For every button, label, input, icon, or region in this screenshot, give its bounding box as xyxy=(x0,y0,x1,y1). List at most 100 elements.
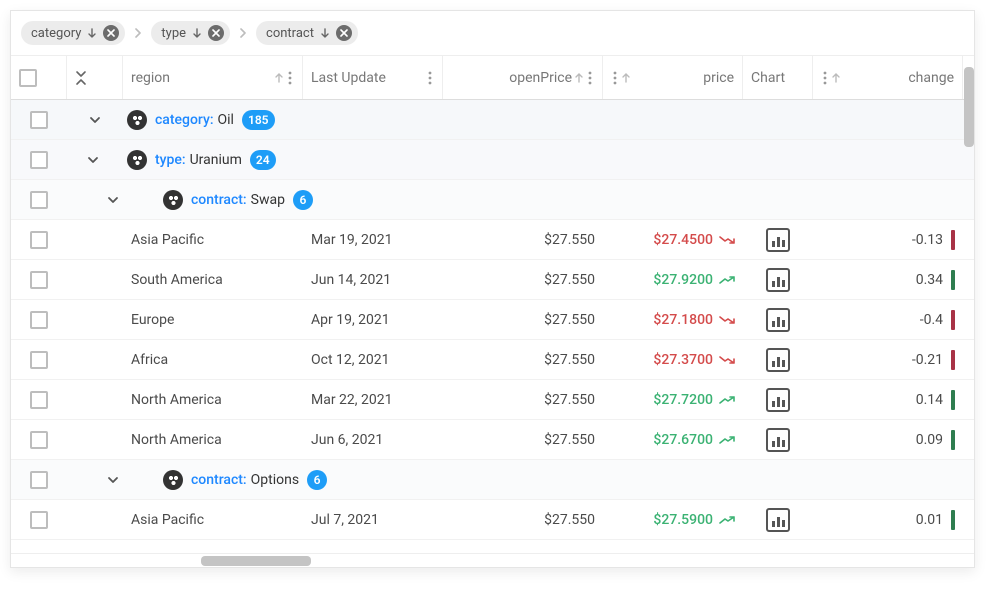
header-label: Last Update xyxy=(311,70,426,86)
checkbox[interactable] xyxy=(30,271,48,289)
change-value: 0.14 xyxy=(916,392,943,408)
collapse-all-icon[interactable] xyxy=(75,70,87,86)
expand-toggle[interactable] xyxy=(67,113,123,127)
column-menu-icon[interactable] xyxy=(286,71,294,85)
group-value: Uranium xyxy=(190,152,242,168)
group-value: Swap xyxy=(251,192,285,208)
cell-change: 0.01 xyxy=(813,500,963,539)
column-menu-icon[interactable] xyxy=(586,71,594,85)
checkbox[interactable] xyxy=(30,471,48,489)
table-row[interactable]: North AmericaMar 22, 2021$27.550$27.7200… xyxy=(11,380,974,420)
chart-button[interactable] xyxy=(766,308,790,332)
checkbox[interactable] xyxy=(30,111,48,129)
checkbox[interactable] xyxy=(30,151,48,169)
change-bar xyxy=(951,230,955,250)
table-row[interactable]: Asia PacificJul 7, 2021$27.550$27.59000.… xyxy=(11,500,974,540)
checkbox[interactable] xyxy=(30,431,48,449)
checkbox[interactable] xyxy=(30,351,48,369)
checkbox[interactable] xyxy=(30,311,48,329)
change-bar xyxy=(951,310,955,330)
checkbox[interactable] xyxy=(30,231,48,249)
column-header-row: region Last Update openPrice price Chart… xyxy=(11,56,974,100)
chart-button[interactable] xyxy=(766,268,790,292)
last-update-value: Mar 22, 2021 xyxy=(311,392,393,408)
change-value: -0.13 xyxy=(912,232,943,248)
cell-last-update: Jul 7, 2021 xyxy=(303,500,443,539)
header-change[interactable]: change xyxy=(813,56,963,99)
group-row-type[interactable]: type: Uranium 24 xyxy=(11,140,974,180)
remove-chip-icon[interactable] xyxy=(208,25,224,41)
cell-change: -0.13 xyxy=(813,220,963,259)
remove-chip-icon[interactable] xyxy=(103,25,119,41)
group-icon xyxy=(163,470,183,490)
group-icon xyxy=(127,110,147,130)
table-row[interactable]: North AmericaJun 6, 2021$27.550$27.67000… xyxy=(11,420,974,460)
header-price[interactable]: price xyxy=(603,56,743,99)
column-menu-icon[interactable] xyxy=(611,71,619,85)
price-value: $27.9200 xyxy=(653,272,713,288)
header-collapse-all[interactable] xyxy=(67,56,123,99)
table-row[interactable]: AfricaOct 12, 2021$27.550$27.3700-0.21 xyxy=(11,340,974,380)
remove-chip-icon[interactable] xyxy=(336,25,352,41)
vertical-scrollbar-thumb[interactable] xyxy=(964,67,974,147)
expand-toggle[interactable] xyxy=(83,153,103,167)
last-update-value: Mar 19, 2021 xyxy=(311,232,393,248)
chevron-right-icon xyxy=(133,28,143,38)
cell-change: 0.34 xyxy=(813,260,963,299)
cell-region: Asia Pacific xyxy=(123,500,303,539)
cell-region: Africa xyxy=(123,340,303,379)
table-row[interactable]: Asia PacificMar 19, 2021$27.550$27.4500-… xyxy=(11,220,974,260)
cell-chart xyxy=(743,220,813,259)
expand-toggle[interactable] xyxy=(103,193,123,207)
table-row[interactable]: South AmericaJun 14, 2021$27.550$27.9200… xyxy=(11,260,974,300)
group-row-contract[interactable]: contract: Swap 6 xyxy=(11,180,974,220)
groupby-chip-category[interactable]: category xyxy=(21,21,125,45)
cell-last-update: Mar 22, 2021 xyxy=(303,380,443,419)
region-value: Asia Pacific xyxy=(131,512,204,528)
cell-open-price: $27.550 xyxy=(443,300,603,339)
table-row[interactable]: EuropeApr 19, 2021$27.550$27.1800-0.4 xyxy=(11,300,974,340)
cell-region: Europe xyxy=(123,300,303,339)
group-row-contract[interactable]: contract: Options 6 xyxy=(11,460,974,500)
groupby-chip-type[interactable]: type xyxy=(151,21,230,45)
cell-last-update: Oct 12, 2021 xyxy=(303,340,443,379)
open-price-value: $27.550 xyxy=(544,392,595,408)
header-region[interactable]: region xyxy=(123,56,303,99)
cell-change: 0.09 xyxy=(813,420,963,459)
chart-button[interactable] xyxy=(766,428,790,452)
expand-toggle[interactable] xyxy=(103,473,123,487)
header-select-all[interactable] xyxy=(11,56,67,99)
checkbox[interactable] xyxy=(30,391,48,409)
count-badge: 6 xyxy=(307,470,327,490)
chart-button[interactable] xyxy=(766,508,790,532)
data-grid: category type contract region xyxy=(10,10,975,568)
horizontal-scrollbar[interactable] xyxy=(11,553,974,567)
header-chart[interactable]: Chart xyxy=(743,56,813,99)
groupby-chip-contract[interactable]: contract xyxy=(256,21,358,45)
chart-button[interactable] xyxy=(766,228,790,252)
chart-button[interactable] xyxy=(766,348,790,372)
sort-up-icon[interactable] xyxy=(621,73,631,83)
sort-up-icon[interactable] xyxy=(574,73,584,83)
change-value: 0.34 xyxy=(916,272,943,288)
chart-button[interactable] xyxy=(766,388,790,412)
checkbox[interactable] xyxy=(30,511,48,529)
header-open-price[interactable]: openPrice xyxy=(443,56,603,99)
header-label: price xyxy=(633,70,734,86)
cell-last-update: Apr 19, 2021 xyxy=(303,300,443,339)
cell-region: North America xyxy=(123,380,303,419)
sort-up-icon[interactable] xyxy=(831,73,841,83)
column-menu-icon[interactable] xyxy=(426,71,434,85)
checkbox[interactable] xyxy=(19,69,37,87)
grid-body: category: Oil 185 type: Uranium 24 xyxy=(11,100,974,553)
chevron-right-icon xyxy=(238,28,248,38)
region-value: North America xyxy=(131,392,222,408)
group-row-category[interactable]: category: Oil 185 xyxy=(11,100,974,140)
column-menu-icon[interactable] xyxy=(821,71,829,85)
last-update-value: Jun 6, 2021 xyxy=(311,432,383,448)
sort-up-icon[interactable] xyxy=(274,73,284,83)
checkbox[interactable] xyxy=(30,191,48,209)
change-bar xyxy=(951,390,955,410)
scrollbar-thumb[interactable] xyxy=(201,556,311,566)
header-last-update[interactable]: Last Update xyxy=(303,56,443,99)
